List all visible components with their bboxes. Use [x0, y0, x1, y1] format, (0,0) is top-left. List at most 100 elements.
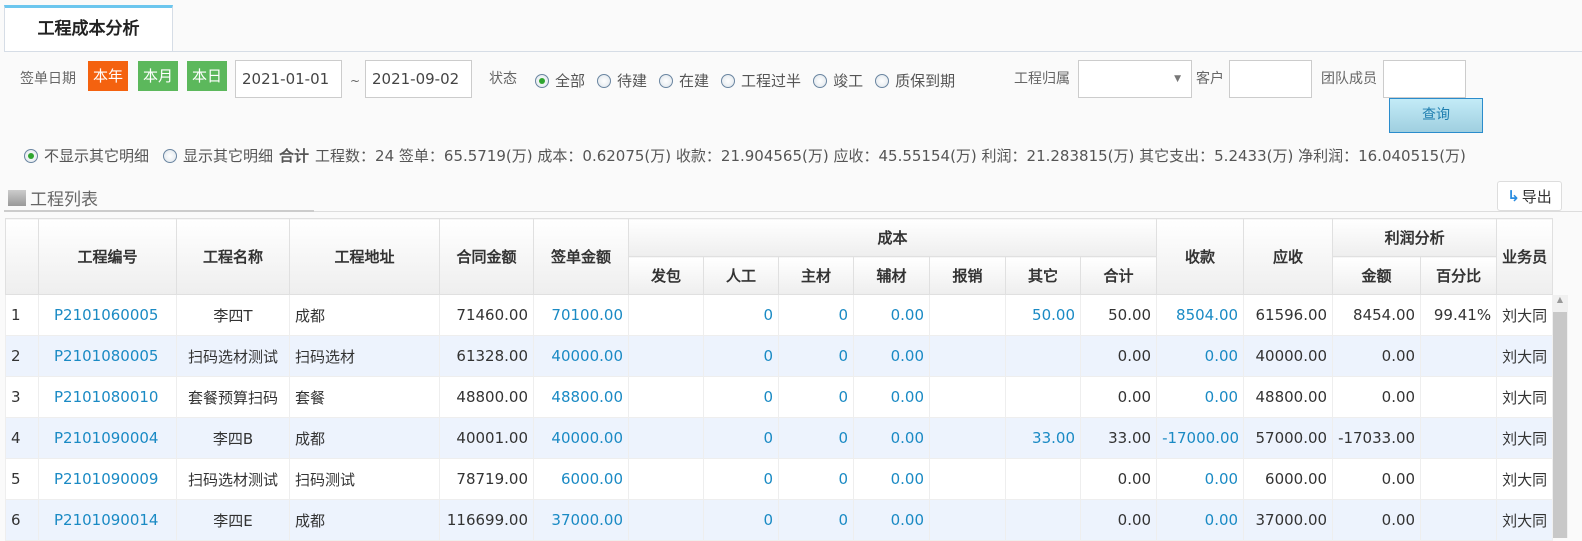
- cost-labor-link[interactable]: 0: [703, 294, 779, 336]
- show-other-radio[interactable]: [163, 148, 178, 163]
- radio-icon[interactable]: [813, 73, 828, 88]
- table-row[interactable]: 2 P2101080005 扫码选材测试 扫码选材 61328.00 40000.00 0 0…: [5, 335, 1554, 377]
- radio-icon[interactable]: [875, 73, 890, 88]
- sign-amount-link[interactable]: 40000.00: [533, 335, 629, 377]
- cost-main-link[interactable]: 0: [778, 458, 854, 500]
- header-sales[interactable]: 业务员: [1496, 218, 1554, 295]
- table-row[interactable]: 4 P2101090004 李四B 成都 40001.00 40000.00 0 0 0.00 3…: [5, 417, 1554, 459]
- status-warranty[interactable]: 质保到期: [875, 70, 955, 91]
- summary-bar: 不显示其它明细 显示其它明细 合计 工程数：24 签单：65.5719(万) 成本…: [24, 145, 1466, 166]
- header-labor[interactable]: 人工: [703, 256, 779, 295]
- header-addr[interactable]: 工程地址: [289, 218, 440, 295]
- cost-labor-link[interactable]: 0: [703, 417, 779, 459]
- status-all[interactable]: 全部: [535, 70, 585, 91]
- received-link[interactable]: 8504.00: [1156, 294, 1245, 336]
- header-other[interactable]: 其它: [1005, 256, 1081, 295]
- hide-other-radio[interactable]: [24, 148, 38, 163]
- project-no-link[interactable]: P2101060005: [38, 294, 177, 336]
- project-no-link[interactable]: P2101080005: [38, 335, 177, 377]
- sign-amount-link[interactable]: 48800.00: [533, 376, 629, 418]
- received-link[interactable]: 0.00: [1156, 335, 1245, 377]
- table-row[interactable]: 3 P2101080010 套餐预算扫码 套餐 48800.00 48800.00 0 0 0.…: [5, 376, 1554, 418]
- table-row[interactable]: 1 P2101060005 李四T 成都 71460.00 70100.00 0 0 0.00 5…: [5, 294, 1554, 336]
- header-contract[interactable]: 合同金额: [439, 218, 534, 295]
- header-aux[interactable]: 辅材: [853, 256, 930, 295]
- tab-cost-analysis[interactable]: 工程成本分析: [4, 5, 173, 51]
- received-link[interactable]: 0.00: [1156, 376, 1245, 418]
- cost-labor-link[interactable]: 0: [703, 335, 779, 377]
- date-to-input[interactable]: 2021-09-02: [365, 60, 472, 98]
- export-button[interactable]: ↳ 导出: [1497, 181, 1562, 211]
- sign-amount-link[interactable]: 37000.00: [533, 499, 629, 541]
- header-fabao[interactable]: 发包: [628, 256, 704, 295]
- project-no-link[interactable]: P2101090004: [38, 417, 177, 459]
- sign-amount-link[interactable]: 40000.00: [533, 417, 629, 459]
- cost-other-link[interactable]: [1005, 335, 1081, 377]
- sign-amount-link[interactable]: 6000.00: [533, 458, 629, 500]
- cost-main-link[interactable]: 0: [778, 417, 854, 459]
- today-button[interactable]: 本日: [187, 61, 228, 91]
- cost-main-link[interactable]: 0: [778, 294, 854, 336]
- cost-other-link[interactable]: 33.00: [1005, 417, 1081, 459]
- scrollbar-thumb[interactable]: [1553, 312, 1567, 538]
- status-pending[interactable]: 待建: [597, 70, 647, 91]
- radio-icon[interactable]: [535, 73, 549, 88]
- cost-labor-link[interactable]: 0: [703, 376, 779, 418]
- radio-icon[interactable]: [721, 73, 736, 88]
- cost-labor-link[interactable]: 0: [703, 499, 779, 541]
- cost-aux-link[interactable]: 0.00: [853, 417, 930, 459]
- team-input[interactable]: [1383, 60, 1466, 98]
- header-received[interactable]: 收款: [1156, 218, 1245, 295]
- project-no-link[interactable]: P2101080010: [38, 376, 177, 418]
- project-name: 李四E: [176, 499, 290, 541]
- cost-main-link[interactable]: 0: [778, 499, 854, 541]
- table-row[interactable]: 6 P2101090014 李四E 成都 116699.00 37000.00 0 0 0.00…: [5, 499, 1554, 541]
- radio-icon[interactable]: [659, 73, 674, 88]
- project-no-link[interactable]: P2101090014: [38, 499, 177, 541]
- query-button[interactable]: 查询: [1389, 98, 1483, 133]
- cost-aux-link[interactable]: 0.00: [853, 294, 930, 336]
- cost-other-link[interactable]: [1005, 458, 1081, 500]
- cost-total: 0.00: [1079, 376, 1158, 418]
- project-no-link[interactable]: P2101090009: [38, 458, 177, 500]
- received-link[interactable]: 0.00: [1156, 499, 1245, 541]
- this-year-button[interactable]: 本年: [88, 61, 129, 91]
- cost-total: 33.00: [1079, 417, 1158, 459]
- client-input[interactable]: [1229, 60, 1312, 98]
- date-label: 签单日期: [20, 71, 76, 87]
- cost-aux-link[interactable]: 0.00: [853, 499, 930, 541]
- status-half[interactable]: 工程过半: [721, 70, 801, 91]
- header-pct[interactable]: 百分比: [1420, 256, 1498, 295]
- cost-other-link[interactable]: [1005, 499, 1081, 541]
- header-amount[interactable]: 金额: [1332, 256, 1422, 295]
- date-from-input[interactable]: 2021-01-01: [235, 60, 342, 98]
- cost-main-link[interactable]: 0: [778, 335, 854, 377]
- owner-select[interactable]: ▼: [1078, 60, 1192, 98]
- status-done[interactable]: 竣工: [813, 70, 863, 91]
- cost-aux-link[interactable]: 0.00: [853, 376, 930, 418]
- cost-labor-link[interactable]: 0: [703, 458, 779, 500]
- header-no[interactable]: 工程编号: [38, 218, 177, 295]
- scroll-up-icon[interactable]: ▲: [1552, 295, 1568, 304]
- status-building[interactable]: 在建: [659, 70, 709, 91]
- cost-aux-link[interactable]: 0.00: [853, 335, 930, 377]
- received-link[interactable]: 0.00: [1156, 458, 1245, 500]
- cost-other-link[interactable]: [1005, 376, 1081, 418]
- this-month-button[interactable]: 本月: [138, 61, 179, 91]
- project-name: 扫码选材测试: [176, 335, 290, 377]
- divider: [4, 210, 314, 212]
- cost-other-link[interactable]: 50.00: [1005, 294, 1081, 336]
- received-link[interactable]: -17000.00: [1156, 417, 1245, 459]
- header-total[interactable]: 合计: [1079, 256, 1158, 295]
- sign-amount-link[interactable]: 70100.00: [533, 294, 629, 336]
- header-receivable[interactable]: 应收: [1243, 218, 1334, 295]
- table-row[interactable]: 5 P2101090009 扫码选材测试 扫码测试 78719.00 6000.00 0 0 0…: [5, 458, 1554, 500]
- radio-icon[interactable]: [597, 73, 612, 88]
- contract-amount: 40001.00: [439, 417, 534, 459]
- header-sign[interactable]: 签单金额: [533, 218, 629, 295]
- header-name[interactable]: 工程名称: [176, 218, 290, 295]
- header-reimb[interactable]: 报销: [929, 256, 1006, 295]
- cost-main-link[interactable]: 0: [778, 376, 854, 418]
- cost-aux-link[interactable]: 0.00: [853, 458, 930, 500]
- header-main[interactable]: 主材: [778, 256, 854, 295]
